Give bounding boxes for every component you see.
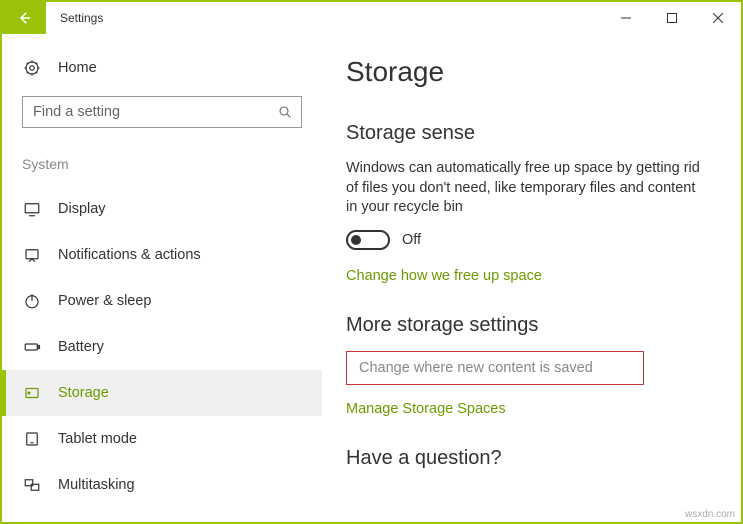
search-icon [269, 104, 301, 120]
sidebar-item-multitasking[interactable]: Multitasking [2, 462, 322, 508]
sidebar: Home System Display Notifications & acti… [2, 34, 322, 522]
more-settings-title: More storage settings [346, 314, 717, 337]
minimize-icon [621, 13, 631, 23]
nav-group-label: System [2, 128, 322, 186]
titlebar: Settings [2, 2, 741, 34]
display-icon [22, 199, 42, 219]
back-button[interactable] [2, 2, 46, 34]
toggle-state-label: Off [402, 232, 421, 248]
window-controls [603, 2, 741, 34]
close-icon [713, 13, 723, 23]
back-arrow-icon [15, 9, 33, 27]
link-change-free-space[interactable]: Change how we free up space [346, 268, 717, 284]
toggle-knob [351, 235, 361, 245]
battery-icon [22, 337, 42, 357]
sidebar-item-label: Tablet mode [58, 431, 137, 447]
multitasking-icon [22, 475, 42, 495]
link-manage-storage-spaces[interactable]: Manage Storage Spaces [346, 401, 717, 417]
storage-sense-description: Windows can automatically free up space … [346, 159, 706, 218]
question-title: Have a question? [346, 447, 717, 470]
sidebar-item-battery[interactable]: Battery [2, 324, 322, 370]
sidebar-item-label: Battery [58, 339, 104, 355]
notifications-icon [22, 245, 42, 265]
sidebar-item-power[interactable]: Power & sleep [2, 278, 322, 324]
page-title: Storage [346, 56, 717, 88]
main-pane: Storage Storage sense Windows can automa… [322, 34, 741, 522]
search-box[interactable] [22, 96, 302, 128]
sidebar-item-label: Display [58, 201, 106, 217]
search-input[interactable] [23, 97, 269, 127]
sidebar-item-label: Multitasking [58, 477, 135, 493]
power-icon [22, 291, 42, 311]
home-button[interactable]: Home [2, 58, 322, 78]
sidebar-item-display[interactable]: Display [2, 186, 322, 232]
maximize-button[interactable] [649, 2, 695, 34]
home-label: Home [58, 60, 97, 76]
close-button[interactable] [695, 2, 741, 34]
sidebar-item-label: Storage [58, 385, 109, 401]
storage-sense-toggle[interactable] [346, 230, 390, 250]
sidebar-item-label: Power & sleep [58, 293, 152, 309]
storage-icon [22, 383, 42, 403]
storage-sense-toggle-row: Off [346, 230, 717, 250]
watermark: wsxdn.com [685, 509, 735, 520]
sidebar-item-tablet[interactable]: Tablet mode [2, 416, 322, 462]
sidebar-item-label: Notifications & actions [58, 247, 201, 263]
minimize-button[interactable] [603, 2, 649, 34]
maximize-icon [667, 13, 677, 23]
sidebar-item-storage[interactable]: Storage [2, 370, 322, 416]
storage-sense-title: Storage sense [346, 122, 717, 145]
tablet-icon [22, 429, 42, 449]
app-title: Settings [60, 11, 603, 25]
sidebar-item-notifications[interactable]: Notifications & actions [2, 232, 322, 278]
link-change-where-saved[interactable]: Change where new content is saved [346, 351, 644, 385]
home-icon [22, 58, 42, 78]
